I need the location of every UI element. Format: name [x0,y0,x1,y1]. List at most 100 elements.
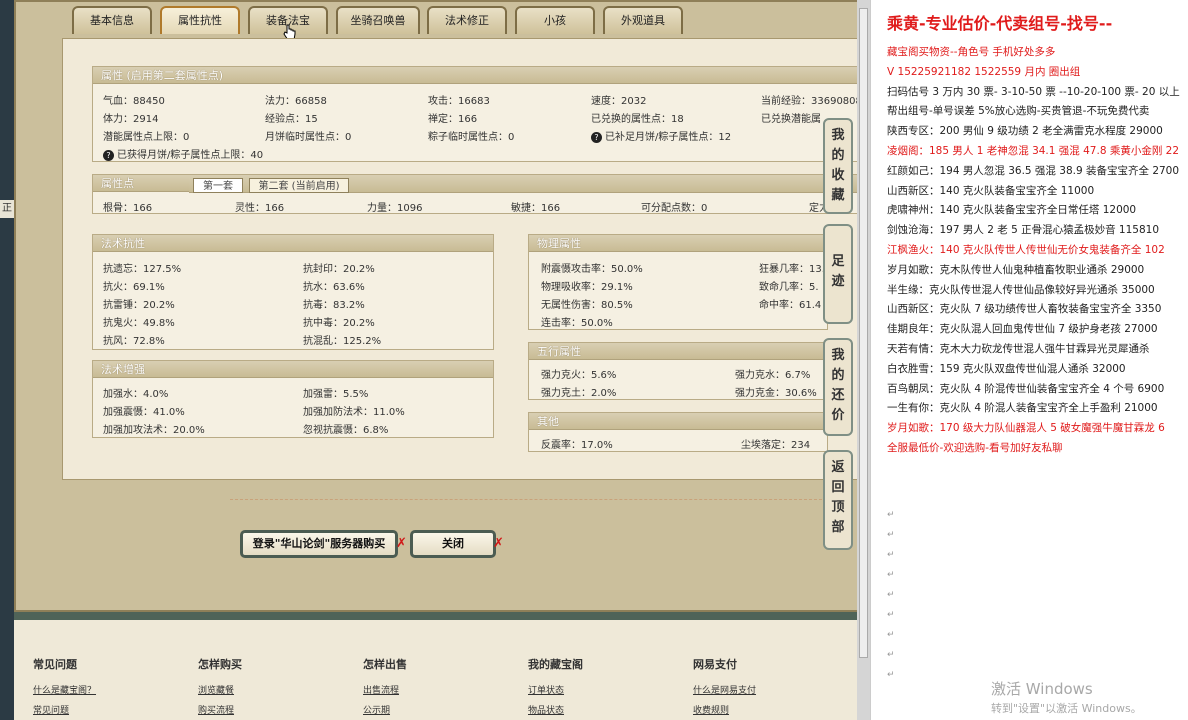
paragraph-mark-icon: ↵ [887,550,895,560]
doc-line: 天若有情：克木大力砍龙传世混人强牛甘霖异光灵犀通杀 [887,343,1150,355]
attr-cell: 禅定：166 [428,114,478,125]
resist-cell: 抗遗忘：127.5% [103,264,182,275]
footer-link[interactable]: 公示期 [363,703,390,716]
paragraph-mark-icon: ↵ [887,610,895,620]
enhance-cell: 加强震慑：41.0% [103,407,185,418]
scrollbar-thumb[interactable] [859,8,868,658]
footer-col-title: 常见问题 [33,658,77,671]
points-cell: 力量：1096 [367,203,423,214]
attr-note: ? 已获得月饼/粽子属性点上限：40 [103,146,263,161]
question-icon: ? [591,131,602,143]
attr-cell: 体力：2914 [103,114,159,125]
spell-resist-panel: 法术抗性 抗遗忘：127.5% 抗封印：20.2% 抗火：69.1% 抗水：63… [92,234,494,350]
enhance-cell: 加强雷：5.5% [303,389,369,400]
doc-line: 红颜如己：194 男人忽混 36.5 强混 38.9 装备宝宝齐全 2700 [887,164,1180,177]
tab-attr-resist[interactable]: 属性抗性 [160,6,240,34]
five-elements-panel: 五行属性 强力克火：5.6% 强力克水：6.7% 强力克土：2.0% 强力克金：… [528,342,828,400]
attr-cell: 已兑换的属性点：18 [591,114,684,125]
spell-enhance-header: 法术增强 [93,361,493,378]
footer-link[interactable]: 订单状态 [528,683,564,696]
doc-line: 佳期良年：克火队混人回血鬼传世仙 7 级护身老孩 27000 [887,323,1158,336]
phys-cell: 连击率：50.0% [541,318,613,329]
tab-basic-info[interactable]: 基本信息 [72,6,152,34]
other-cell: 尘埃落定：234 [741,440,811,451]
footer-link[interactable]: 什么是藏宝阁？ [33,683,96,696]
paragraph-mark-icon: ↵ [887,670,895,680]
paragraph-mark-icon: ↵ [887,630,895,640]
login-server-buy-button[interactable]: 登录"华山论剑"服务器购买 [240,530,398,558]
tab-mount-pet[interactable]: 坐骑召唤兽 [336,6,420,34]
paragraph-mark-icon: ↵ [887,650,895,660]
footer-link[interactable]: 常见问题 [33,703,69,716]
five-cell: 强力克水：6.7% [735,370,811,381]
footer-link[interactable]: 浏览藏餐 [198,683,234,696]
left-strip-label: 正 [0,200,14,218]
attr-cell: 法力：66858 [265,96,327,107]
physical-panel: 物理属性 附震慑攻击率：50.0% 狂暴几率：13. 物理吸收率：29.1% 致… [528,234,828,330]
resist-cell: 抗水：63.6% [303,282,365,293]
phys-cell: 无属性伤害：80.5% [541,300,633,311]
footer-link[interactable]: 什么是网易支付 [693,683,756,696]
doc-line: 帮出组号-单号误差 5%放心选购-买贵管退-不玩免费代卖 [887,105,1150,118]
vertical-scrollbar[interactable] [857,0,870,720]
enhance-cell: 加强水：4.0% [103,389,169,400]
points-cell: 可分配点数：0 [641,203,708,214]
windows-watermark-sub: 转到"设置"以激活 Windows。 [991,702,1142,715]
points-panel: 属性点 第一套 第二套 (当前启用) 根骨：166 灵性：166 力量：1096… [92,174,858,214]
document-pane: 乘黄-专业估价-代卖组号-找号-- 藏宝阁买物资--角色号 手机好处多多 V 15… [870,0,1188,720]
my-favorites-button[interactable]: 我的收藏 [823,118,853,214]
footer-link[interactable]: 购买流程 [198,703,234,716]
attr-cell: 气血：88450 [103,96,165,107]
close-button[interactable]: 关闭 [410,530,496,558]
tab-child[interactable]: 小孩 [515,6,595,34]
attr-cell: 月饼临时属性点：0 [265,132,352,143]
footprint-button[interactable]: 足迹 [823,224,853,324]
footer-col-title: 怎样出售 [363,658,407,671]
resist-cell: 抗鬼火：49.8% [103,318,175,329]
my-offers-label: 我的还价 [831,348,845,423]
resist-cell: 抗封印：20.2% [303,264,375,275]
tab-second-set[interactable]: 第二套 (当前启用) [249,178,349,193]
enhance-cell: 忽视抗震慑：6.8% [303,425,389,436]
paragraph-mark-icon: ↵ [887,530,895,540]
other-header: 其他 [529,413,827,430]
tab-spell-mod[interactable]: 法术修正 [427,6,507,34]
attr-cell: ? 已补足月饼/粽子属性点：12 [591,128,731,143]
resist-cell: 抗火：69.1% [103,282,165,293]
tab-appearance[interactable]: 外观道具 [603,6,683,34]
doc-line: 江枫渔火：140 克火队传世人传世仙无价女鬼装备齐全 102 [887,244,1165,256]
phys-cell: 附震慑攻击率：50.0% [541,264,643,275]
attr-note-text: 已获得月饼/粽子属性点上限：40 [117,150,264,161]
footer-link[interactable]: 收费规则 [693,703,729,716]
spell-enhance-panel: 法术增强 加强水：4.0% 加强雷：5.5% 加强震慑：41.0% 加强加防法术… [92,360,494,438]
doc-line: 虎啸神州：140 克火队装备宝宝齐全日常任塔 12000 [887,204,1137,217]
attribute-panel: 属性 (启用第二套属性点) 气血：88450 法力：66858 攻击：16683… [92,66,862,162]
red-x-icon: ✗ [493,536,504,551]
my-offers-button[interactable]: 我的还价 [823,338,853,436]
other-cell: 反震率：17.0% [541,440,613,451]
paragraph-mark-icon: ↵ [887,570,895,580]
my-favorites-label: 我的收藏 [831,128,845,203]
resist-cell: 抗雷锤：20.2% [103,300,175,311]
doc-line: 陕西专区：200 男仙 9 级功绩 2 老全满雷克水程度 29000 [887,125,1163,138]
five-elements-header: 五行属性 [529,343,827,360]
enhance-cell: 加强加攻法术：20.0% [103,425,205,436]
back-to-top-label: 返回顶部 [831,460,845,535]
phys-cell: 狂暴几率：13. [759,264,825,275]
tab-first-set[interactable]: 第一套 [193,178,243,193]
attr-cell: 粽子临时属性点：0 [428,132,515,143]
points-panel-header: 属性点 [93,175,189,192]
footer-link[interactable]: 物品状态 [528,703,564,716]
resist-cell: 抗中毒：20.2% [303,318,375,329]
attr-cell: 经验点：15 [265,114,318,125]
doc-line: V 15225921182 1522559 月内 圈出组 [887,65,1081,78]
game-window: 正 基本信息 属性抗性 装备法宝 坐骑召唤兽 法术修正 小孩 外观道具 属性 (… [0,0,870,720]
doc-line: 剑蚀沧海：197 男人 2 老 5 正骨混心猿孟极妙音 115810 [887,224,1160,237]
footer-col-title: 网易支付 [693,658,737,671]
physical-header: 物理属性 [529,235,827,252]
footer-link[interactable]: 出售流程 [363,683,399,696]
back-to-top-button[interactable]: 返回顶部 [823,450,853,550]
doc-line: 凌烟阁：185 男人 1 老神忽混 34.1 强混 47.8 乘黄小金刚 22 [887,145,1180,157]
resist-cell: 抗毒：83.2% [303,300,365,311]
doc-line: 半生缘：克火队传世混人传世仙品像较好异光通杀 35000 [887,283,1155,296]
